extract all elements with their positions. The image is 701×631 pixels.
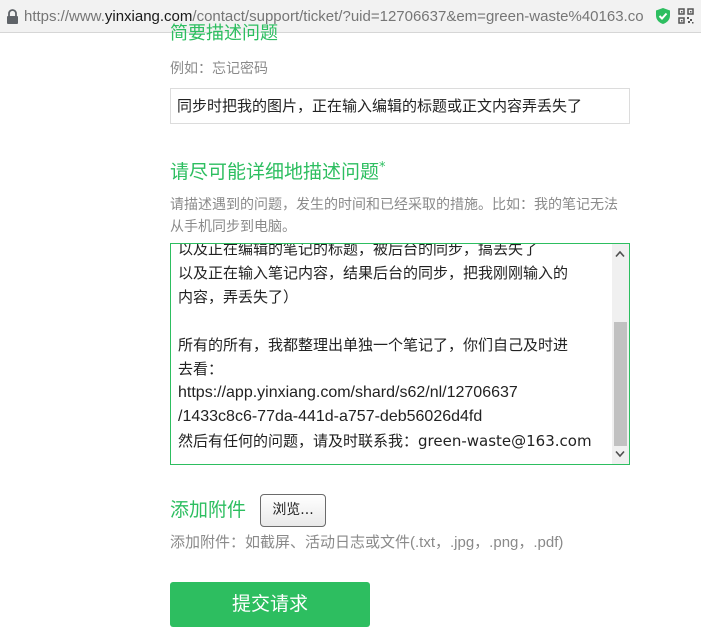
subject-hint: 例如：忘记密码: [170, 61, 268, 77]
browser-address-bar: https://www.yinxiang.com/contact/support…: [0, 0, 701, 33]
textarea-scrollbar[interactable]: [612, 244, 629, 464]
textarea-line: 所有的所有，我都整理出单独一个笔记了，你们自己及时进: [178, 336, 569, 354]
textarea-line: 以及正在编辑的笔记的标题，被后台的同步，搞丢失了: [178, 243, 539, 258]
subject-input[interactable]: 同步时把我的图片，正在输入编辑的标题或正文内容弄丢失了: [170, 88, 630, 124]
browse-button[interactable]: 浏览...: [260, 494, 326, 527]
shield-check-icon[interactable]: [655, 7, 671, 25]
url-field[interactable]: https://www.yinxiang.com/contact/support…: [24, 6, 650, 28]
lock-icon: [7, 9, 18, 24]
subject-heading: 简要描述问题: [170, 19, 278, 43]
description-textarea[interactable]: 以及正在编辑的笔记的标题，被后台的同步，搞丢失了 以及正在输入笔记内容，结果后台…: [170, 243, 630, 465]
scroll-down-arrow-icon[interactable]: [615, 450, 625, 458]
attachment-hint: 添加附件：如截屏、活动日志或文件(.txt，.jpg，.png，.pdf): [170, 534, 564, 551]
subject-heading-text: 简要描述问题: [170, 23, 278, 43]
required-mark: *: [379, 160, 386, 175]
scroll-up-arrow-icon[interactable]: [615, 250, 625, 258]
scrollbar-thumb[interactable]: [614, 322, 627, 446]
submit-request-button[interactable]: 提交请求: [170, 582, 370, 627]
description-heading: 请尽可能详细地描述问题*: [170, 158, 386, 186]
attachment-label: 添加附件: [170, 499, 247, 521]
textarea-line: 以及正在输入笔记内容，结果后台的同步，把我刚刚输入的: [178, 264, 569, 282]
description-heading-text: 请尽可能详细地描述问题: [170, 161, 380, 183]
textarea-line: https://app.yinxiang.com/shard/s62/nl/12…: [178, 384, 518, 401]
description-hint: 请描述遇到的问题，发生的时间和已经采取的措施。比如：我的笔记无法从手机同步到电脑…: [170, 197, 618, 235]
textarea-line: 内容，弄丢失了）: [178, 288, 299, 306]
description-text: 以及正在编辑的笔记的标题，被后台的同步，搞丢失了 以及正在输入笔记内容，结果后台…: [178, 243, 610, 453]
textarea-line: /1433c8c6-77da-441d-a757-deb56026d4fd: [178, 408, 483, 425]
textarea-line: 去看：: [178, 360, 224, 378]
textarea-line: [178, 309, 610, 333]
url-prefix: https://www.: [24, 8, 105, 25]
qr-code-icon[interactable]: [678, 8, 694, 24]
textarea-line: 然后有任何的问题，请及时联系我：green-waste@163.com: [178, 432, 592, 450]
